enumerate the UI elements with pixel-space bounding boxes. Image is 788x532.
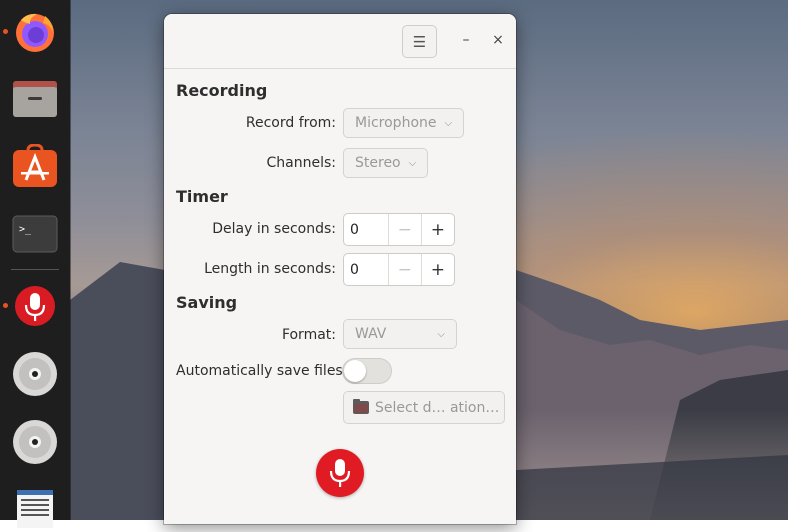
running-indicator — [3, 303, 8, 308]
autosave-label: Automatically save files: — [176, 363, 348, 379]
hamburger-menu-icon[interactable]: ☰ — [402, 25, 437, 58]
terminal-icon[interactable]: >_ — [11, 210, 59, 258]
chevron-down-icon: ⌵ — [437, 328, 445, 340]
length-decrement-button[interactable]: − — [389, 254, 422, 285]
format-label: Format: — [281, 327, 336, 343]
files-icon[interactable] — [11, 75, 59, 123]
channels-value: Stereo — [355, 155, 401, 171]
app-center-icon[interactable] — [11, 142, 59, 190]
delay-stepper[interactable]: 0 − + — [343, 213, 455, 246]
minimize-icon[interactable]: – — [454, 28, 478, 52]
autosave-toggle[interactable] — [342, 358, 392, 384]
folder-icon — [353, 399, 369, 414]
format-value: WAV — [355, 326, 387, 342]
length-increment-button[interactable]: + — [422, 254, 454, 285]
delay-label: Delay in seconds: — [212, 221, 336, 237]
record-from-value: Microphone — [355, 115, 437, 131]
section-title-timer: Timer — [176, 187, 228, 206]
chevron-down-icon: ⌵ — [444, 117, 453, 129]
record-button[interactable] — [316, 449, 364, 497]
running-indicator — [3, 29, 8, 34]
section-title-saving: Saving — [176, 293, 238, 312]
svg-text:>_: >_ — [19, 224, 32, 235]
record-from-dropdown[interactable]: Microphone ⌵ — [343, 108, 464, 138]
channels-label: Channels: — [266, 155, 337, 171]
toggle-knob — [344, 360, 366, 382]
channels-dropdown[interactable]: Stereo ⌵ — [343, 148, 428, 178]
length-label: Length in seconds: — [204, 261, 336, 277]
firefox-icon[interactable] — [11, 8, 59, 56]
header-bar: ☰ – × — [164, 14, 516, 69]
length-stepper[interactable]: 0 − + — [343, 253, 455, 286]
disc-icon[interactable] — [11, 350, 59, 398]
dock: >_ — [0, 0, 70, 528]
dock-separator — [11, 269, 59, 270]
delay-increment-button[interactable]: + — [422, 214, 454, 245]
sound-recorder-window: ☰ – × Recording Record from: Microphone … — [164, 14, 516, 524]
chevron-down-icon: ⌵ — [408, 157, 417, 169]
delay-input[interactable]: 0 — [344, 214, 389, 245]
record-from-label: Record from: — [245, 115, 336, 131]
length-input[interactable]: 0 — [344, 254, 389, 285]
microphone-icon — [329, 459, 351, 487]
close-icon[interactable]: × — [486, 28, 510, 52]
delay-decrement-button[interactable]: − — [389, 214, 422, 245]
text-editor-icon[interactable] — [11, 484, 59, 532]
section-title-recording: Recording — [176, 81, 268, 100]
sound-recorder-icon[interactable] — [11, 282, 59, 330]
disc-icon[interactable] — [11, 418, 59, 466]
select-destination-label: Select d… ation… — [375, 399, 500, 416]
format-dropdown[interactable]: WAV ⌵ — [343, 319, 457, 349]
select-destination-button[interactable]: Select d… ation… — [343, 391, 505, 424]
